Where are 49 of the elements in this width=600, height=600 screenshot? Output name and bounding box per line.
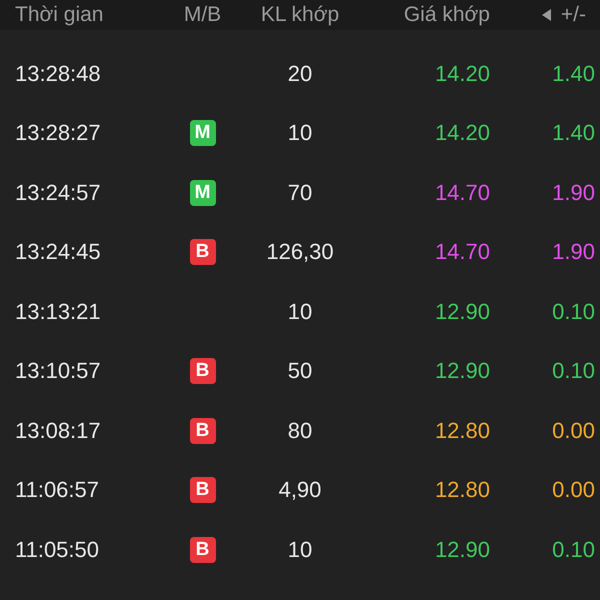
price-cell-text: 14.70 (434, 180, 490, 206)
price-cell-text: 12.80 (434, 477, 490, 504)
time-cell-text: 13:08:17 (14, 418, 102, 444)
side-badge: B (190, 358, 216, 384)
change-cell-text: 1.90 (551, 180, 596, 206)
time-cell-text: 13:28:27 (14, 120, 102, 146)
column-header: KL khớp (260, 3, 340, 27)
change-cell-text: 0.10 (551, 536, 596, 563)
column-header: Giá khớp (402, 3, 490, 27)
time-cell-text: 13:24:45 (14, 239, 102, 266)
price-cell-text: 14.20 (434, 120, 490, 146)
side-badge: M (190, 120, 216, 146)
side-badge: B (190, 418, 216, 444)
change-cell-text: 0.00 (551, 418, 596, 444)
time-cell-text: 11:06:57 (14, 477, 100, 504)
volume-cell-text: 126,30 (265, 239, 335, 266)
volume-cell-text: 70 (286, 180, 314, 206)
change-cell-text: 0.10 (551, 298, 596, 325)
price-cell-text: 14.20 (434, 60, 490, 87)
time-cell-text: 13:24:57 (14, 180, 102, 206)
volume-cell-text: 80 (286, 418, 314, 444)
side-badge: B (190, 239, 216, 266)
price-cell-text: 12.90 (434, 536, 490, 563)
left-triangle-icon[interactable] (542, 9, 551, 21)
price-cell-text: 12.90 (434, 358, 490, 384)
time-cell-text: 13:13:21 (14, 298, 102, 325)
change-cell-text: 1.90 (551, 239, 596, 266)
price-cell-text: 12.90 (434, 298, 490, 325)
side-badge: B (190, 536, 216, 563)
time-cell-text: 11:05:50 (14, 536, 100, 563)
volume-cell-text: 10 (286, 120, 314, 146)
volume-cell-text: 4,90 (278, 477, 322, 504)
price-cell-text: 12.80 (434, 418, 490, 444)
time-cell-text: 13:10:57 (14, 358, 102, 384)
change-cell-text: 1.40 (551, 60, 596, 87)
side-badge: M (190, 180, 216, 206)
volume-cell-text: 10 (286, 298, 314, 325)
volume-cell-text: 20 (286, 60, 314, 87)
volume-cell-text: 50 (286, 358, 314, 384)
column-header: M/B (182, 3, 222, 27)
side-badge: B (190, 477, 216, 504)
change-cell-text: 0.10 (551, 358, 596, 384)
time-cell-text: 13:28:48 (14, 60, 102, 87)
price-cell-text: 14.70 (434, 239, 490, 266)
column-header: Thời gian (14, 3, 104, 27)
column-header: +/- (560, 3, 586, 27)
change-cell-text: 1.40 (551, 120, 596, 146)
change-cell-text: 0.00 (551, 477, 596, 504)
volume-cell-text: 10 (286, 536, 314, 563)
